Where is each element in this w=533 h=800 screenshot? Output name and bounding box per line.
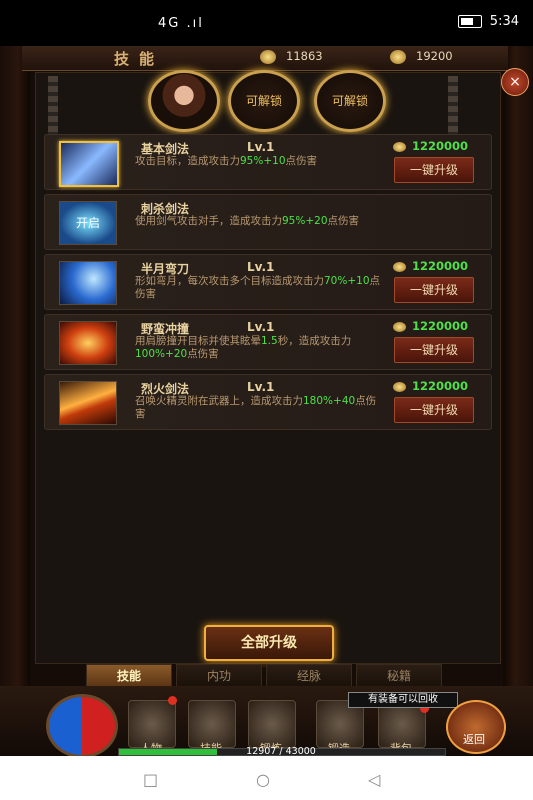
skill-level: Lv.1 — [247, 260, 275, 274]
ingot-resource: 19200 — [390, 49, 453, 64]
skill-cost: 1220000 — [393, 379, 468, 393]
clock: 5:34 — [489, 14, 519, 29]
game-screen: 技能 11863 19200 × 可解锁 可解锁 基本剑法 Lv.1 攻击目标，… — [0, 46, 533, 756]
skill-row[interactable]: 烈火剑法 Lv.1 召唤火精灵附在武器上，造成攻击力180%+40点伤害 122… — [44, 374, 492, 430]
upgrade-button[interactable]: 一键升级 — [394, 397, 474, 423]
chain-right — [448, 76, 458, 136]
ingot-icon — [390, 49, 406, 64]
notification-dot — [168, 696, 177, 705]
yinyang-orb-icon[interactable] — [46, 694, 118, 756]
chain-left — [48, 76, 58, 136]
coin-icon — [393, 261, 406, 272]
ingot-amount: 19200 — [416, 49, 453, 63]
battery-icon — [457, 15, 482, 28]
skill-cost: 1220000 — [393, 319, 468, 333]
unlock-slot-1[interactable]: 可解锁 — [228, 70, 300, 132]
skill-icon-sword[interactable] — [59, 141, 119, 187]
skill-description: 用肩膀撞开目标并使其眩晕1.5秒，造成攻击力100%+20点伤害 — [135, 335, 352, 360]
character-avatar[interactable] — [148, 70, 220, 132]
tab-skills[interactable]: 技能 — [86, 664, 172, 688]
upgrade-button[interactable]: 一键升级 — [394, 337, 474, 363]
gold-amount: 11863 — [286, 49, 323, 63]
skill-row[interactable]: 基本剑法 Lv.1 攻击目标，造成攻击力95%+10点伤害 1220000 一键… — [44, 134, 492, 190]
coin-icon — [393, 381, 406, 392]
skill-level: Lv.1 — [247, 140, 275, 154]
signal-indicator: 4G .ıl — [158, 16, 204, 31]
skill-description: 形如弯月，每次攻击多个目标造成攻击力70%+10点伤害 — [135, 275, 380, 300]
back-icon[interactable]: ◁ — [368, 770, 380, 789]
right-decoration — [503, 46, 533, 756]
skill-level: Lv.1 — [247, 320, 275, 334]
skill-description: 使用剑气攻击对手，造成攻击力95%+20点伤害 — [135, 215, 359, 227]
skill-icon-fire-sword[interactable] — [59, 381, 117, 425]
header-bar: 技能 11863 19200 — [22, 46, 508, 71]
return-label: 返回 — [463, 733, 485, 746]
skill-icon-charge[interactable] — [59, 321, 117, 365]
tab-bar: 技能 内功 经脉 秘籍 — [86, 664, 442, 688]
left-decoration — [0, 46, 30, 756]
skill-cost: 1220000 — [393, 139, 468, 153]
tab-inner-power[interactable]: 内功 — [176, 664, 262, 688]
unlock-slot-2[interactable]: 可解锁 — [314, 70, 386, 132]
skill-icon-thrust[interactable]: 开启 — [59, 201, 117, 245]
home-icon[interactable]: ○ — [256, 770, 270, 789]
upgrade-all-button[interactable]: 全部升级 — [204, 625, 334, 661]
recycle-tooltip: 有装备可以回收 — [348, 692, 458, 708]
exp-text: 12907 / 43000 — [246, 746, 316, 756]
coin-icon — [393, 321, 406, 332]
upgrade-button[interactable]: 一键升级 — [394, 277, 474, 303]
android-nav-bar: □ ○ ◁ — [0, 756, 533, 800]
recent-apps-icon[interactable]: □ — [143, 770, 158, 789]
gold-resource: 11863 — [260, 49, 323, 64]
skill-level: Lv.1 — [247, 380, 275, 394]
upgrade-button[interactable]: 一键升级 — [394, 157, 474, 183]
coin-icon — [393, 141, 406, 152]
skill-row[interactable]: 开启 刺杀剑法 使用剑气攻击对手，造成攻击力95%+20点伤害 — [44, 194, 492, 250]
gold-coin-icon — [260, 49, 276, 64]
tab-secret-books[interactable]: 秘籍 — [356, 664, 442, 688]
page-title: 技能 — [114, 50, 165, 68]
skill-description: 召唤火精灵附在武器上，造成攻击力180%+40点伤害 — [135, 395, 377, 420]
close-button[interactable]: × — [501, 68, 529, 96]
tab-meridians[interactable]: 经脉 — [266, 664, 352, 688]
skill-icon-crescent[interactable] — [59, 261, 117, 305]
status-bar: 4G .ıl 5:34 — [0, 0, 533, 46]
skill-row[interactable]: 野蛮冲撞 Lv.1 用肩膀撞开目标并使其眩晕1.5秒，造成攻击力100%+20点… — [44, 314, 492, 370]
skill-row[interactable]: 半月弯刀 Lv.1 形如弯月，每次攻击多个目标造成攻击力70%+10点伤害 12… — [44, 254, 492, 310]
skill-description: 攻击目标，造成攻击力95%+10点伤害 — [135, 155, 317, 167]
skill-cost: 1220000 — [393, 259, 468, 273]
